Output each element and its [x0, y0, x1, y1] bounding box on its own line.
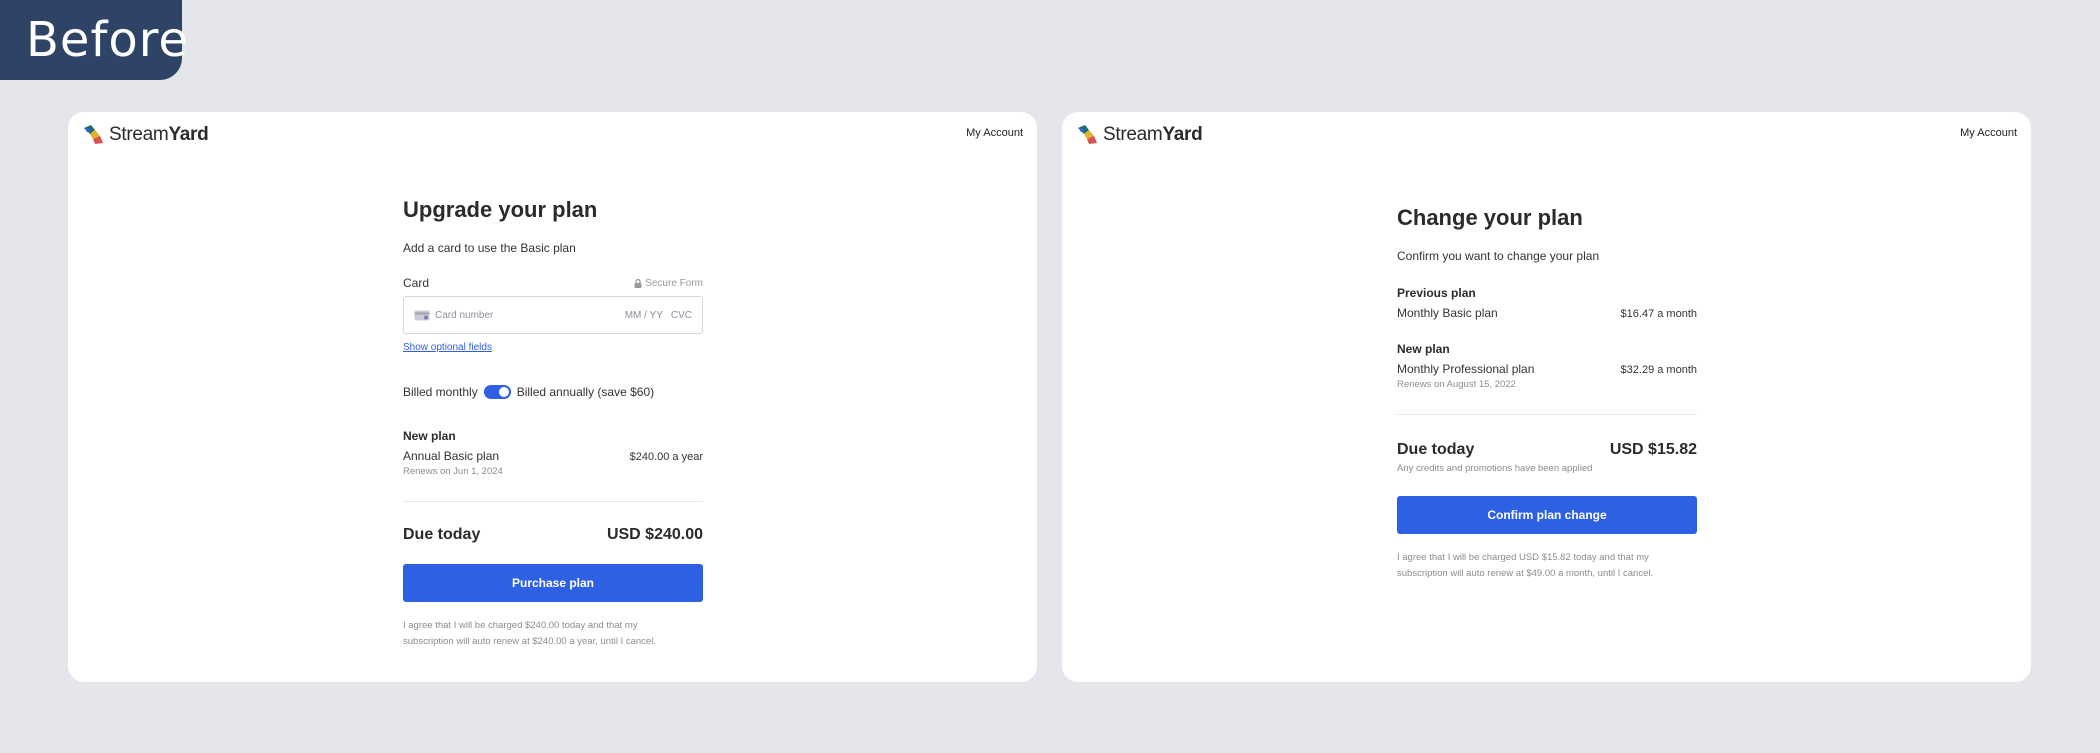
new-plan-heading: New plan: [403, 429, 456, 443]
upgrade-form: Upgrade your plan Add a card to use the …: [403, 196, 703, 650]
expiry-input[interactable]: MM / YY: [625, 310, 663, 321]
new-plan-heading: New plan: [1397, 342, 1450, 356]
legal-agreement: I agree that I will be charged USD $15.8…: [1397, 552, 1654, 579]
lock-icon: [634, 278, 642, 288]
billed-annually-label: Billed annually (save $60): [516, 385, 655, 399]
card-label: Card: [403, 276, 430, 290]
cvc-input[interactable]: CVC: [671, 310, 692, 321]
new-plan-row: Annual Basic plan $240.00 a year: [403, 449, 703, 463]
new-plan-section: New plan Annual Basic plan $240.00 a yea…: [403, 429, 703, 477]
streamyard-logo-icon: [84, 125, 103, 144]
due-today-label: Due today: [1397, 441, 1475, 458]
streamyard-logo[interactable]: StreamYard: [81, 121, 209, 149]
new-plan-name: Monthly Professional plan: [1397, 362, 1535, 376]
previous-plan-heading: Previous plan: [1397, 286, 1476, 300]
billing-toggle-row: Billed monthly Billed annually (save $60…: [403, 385, 703, 399]
previous-plan-price: $16.47 a month: [1620, 308, 1697, 320]
credit-card-icon: [414, 310, 430, 320]
previous-plan-row: Monthly Basic plan $16.47 a month: [1397, 306, 1697, 320]
confirm-plan-change-button[interactable]: Confirm plan change: [1397, 496, 1697, 534]
new-plan-row: Monthly Professional plan $32.29 a month: [1397, 362, 1697, 376]
new-plan-price: $240.00 a year: [629, 451, 703, 463]
previous-plan-name: Monthly Basic plan: [1397, 306, 1498, 320]
upgrade-plan-panel: StreamYard My Account Upgrade your plan …: [68, 112, 1037, 682]
billing-cycle-toggle[interactable]: [483, 385, 511, 399]
credits-note: Any credits and promotions have been app…: [1397, 463, 1593, 474]
legal-agreement: I agree that I will be charged $240.00 t…: [403, 620, 656, 647]
due-today-row: Due today USD $240.00: [403, 526, 703, 544]
change-plan-panel: StreamYard My Account Change your plan C…: [1062, 112, 2031, 682]
divider: [403, 501, 703, 502]
page-subtitle: Confirm you want to change your plan: [1397, 249, 1600, 263]
divider: [1397, 414, 1697, 415]
purchase-plan-button[interactable]: Purchase plan: [403, 564, 703, 602]
card-header: Card Secure Form: [403, 276, 703, 290]
due-today-amount: USD $15.82: [1609, 441, 1697, 458]
new-plan-name: Annual Basic plan: [403, 449, 500, 463]
before-label: Before: [0, 0, 188, 80]
new-plan-price: $32.29 a month: [1620, 364, 1697, 376]
renewal-date: Renews on Jun 1, 2024: [403, 466, 503, 477]
change-plan-form: Change your plan Confirm you want to cha…: [1397, 204, 1697, 582]
streamyard-logo[interactable]: StreamYard: [1075, 121, 1203, 149]
page-subtitle: Add a card to use the Basic plan: [403, 241, 576, 255]
previous-plan-section: Previous plan Monthly Basic plan $16.47 …: [1397, 286, 1697, 320]
card-number-field[interactable]: Card number MM / YY CVC: [403, 296, 703, 334]
my-account-link[interactable]: My Account: [966, 127, 1023, 139]
renewal-date: Renews on August 15, 2022: [1397, 379, 1516, 390]
page-title: Change your plan: [1397, 205, 1583, 230]
billed-monthly-label: Billed monthly: [403, 385, 478, 399]
brand-name: StreamYard: [1103, 124, 1203, 145]
new-plan-section: New plan Monthly Professional plan $32.2…: [1397, 342, 1697, 390]
my-account-link[interactable]: My Account: [1960, 127, 2017, 139]
page-title: Upgrade your plan: [403, 197, 598, 222]
due-today-amount: USD $240.00: [606, 526, 703, 543]
secure-form-label: Secure Form: [634, 278, 703, 289]
card-number-input[interactable]: Card number: [435, 310, 625, 321]
brand-name: StreamYard: [109, 124, 209, 145]
streamyard-logo-icon: [1078, 125, 1097, 144]
due-today-label: Due today: [403, 526, 481, 543]
show-optional-fields-link[interactable]: Show optional fields: [403, 342, 492, 353]
due-today-row: Due today USD $15.82: [1397, 441, 1697, 459]
